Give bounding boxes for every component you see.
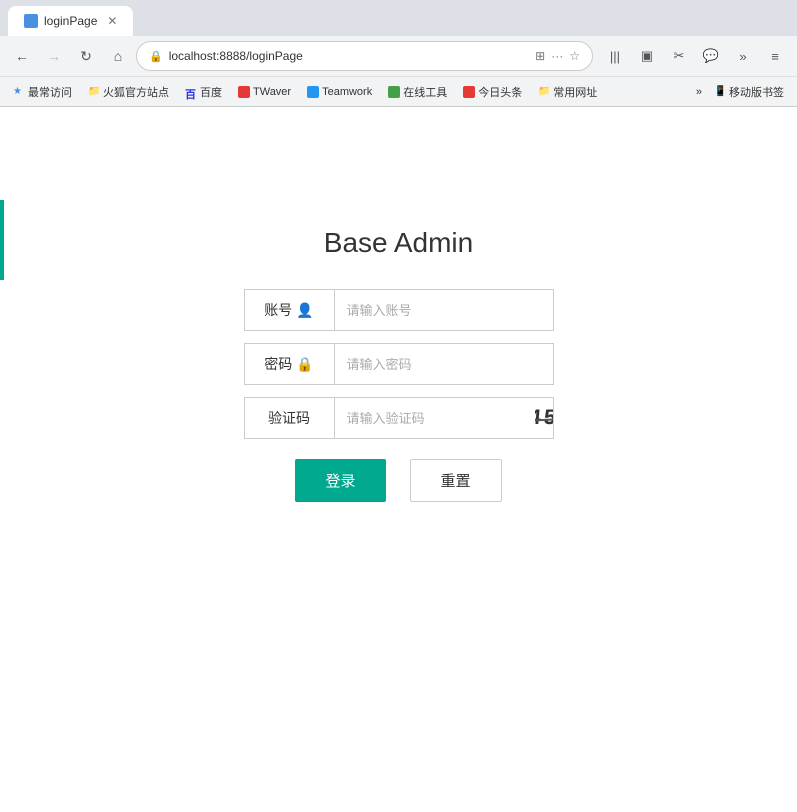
extensions-button[interactable]: »: [729, 42, 757, 70]
username-field-container: 账号 👤: [244, 289, 554, 331]
password-input[interactable]: [335, 344, 553, 384]
bookmarks-bar: ★ 最常访问 📁 火狐官方站点 百 百度 TWaver Teamwork 在线工…: [0, 76, 797, 106]
button-row: 登录 重置: [244, 459, 554, 502]
online-tool-icon: [388, 86, 400, 98]
bookmark-toutiao-label: 今日头条: [478, 84, 522, 100]
toolbar: ← → ↻ ⌂ 🔒 localhost:8888/loginPage ⊞ ···…: [0, 36, 797, 76]
captcha-label: 验证码: [245, 398, 335, 438]
tab-favicon: [24, 14, 38, 28]
teamwork-icon: [307, 86, 319, 98]
bookmark-baidu-label: 百度: [200, 84, 222, 100]
bookmark-mobile-label: 移动版书签: [729, 84, 784, 100]
star-icon[interactable]: ☆: [569, 49, 580, 63]
lock-icon: 🔒: [149, 50, 163, 63]
bookmark-common-sites-label: 常用网址: [553, 84, 597, 100]
twaver-icon: [238, 86, 250, 98]
bookmark-firefox[interactable]: 📁 火狐官方站点: [83, 82, 174, 102]
bookmark-frequent-label: 最常访问: [28, 84, 72, 100]
baidu-icon: 百: [185, 86, 197, 98]
chat-button[interactable]: 💬: [697, 42, 725, 70]
forward-button[interactable]: →: [40, 42, 68, 70]
side-accent: [0, 200, 4, 280]
star-icon: ★: [13, 86, 25, 98]
browser-chrome: loginPage ✕ ← → ↻ ⌂ 🔒 localhost:8888/log…: [0, 0, 797, 107]
captcha-label-text: 验证码: [268, 408, 310, 428]
active-tab[interactable]: loginPage ✕: [8, 6, 133, 36]
captcha-image[interactable]: 5453: [535, 398, 553, 438]
username-label-text: 账号: [264, 300, 292, 320]
tab-bar: loginPage ✕: [0, 0, 797, 36]
captcha-text: 5453: [535, 406, 553, 431]
sidebar-toggle-button[interactable]: |||: [601, 42, 629, 70]
lock-icon: 🔒: [296, 356, 313, 373]
more-bookmarks: » 📱 移动版书签: [691, 82, 789, 102]
password-label: 密码 🔒: [245, 344, 335, 384]
bookmark-online-tool[interactable]: 在线工具: [383, 82, 452, 102]
bookmark-twaver[interactable]: TWaver: [233, 84, 296, 100]
tab-close-button[interactable]: ✕: [107, 14, 117, 28]
username-label: 账号 👤: [245, 290, 335, 330]
folder-icon: 📁: [88, 86, 100, 98]
bookmark-firefox-label: 火狐官方站点: [103, 84, 169, 100]
split-view-button[interactable]: ▣: [633, 42, 661, 70]
screenshot-button[interactable]: ✂: [665, 42, 693, 70]
bookmark-teamwork[interactable]: Teamwork: [302, 84, 377, 100]
login-button[interactable]: 登录: [295, 459, 385, 502]
home-button[interactable]: ⌂: [104, 42, 132, 70]
more-bookmarks-button[interactable]: »: [691, 84, 707, 100]
bookmark-teamwork-label: Teamwork: [322, 86, 372, 98]
back-button[interactable]: ←: [8, 42, 36, 70]
password-field-container: 密码 🔒: [244, 343, 554, 385]
user-icon: 👤: [296, 302, 313, 319]
bookmark-toutiao[interactable]: 今日头条: [458, 82, 527, 102]
url-text: localhost:8888/loginPage: [169, 49, 529, 63]
reset-button[interactable]: 重置: [410, 459, 502, 502]
refresh-button[interactable]: ↻: [72, 42, 100, 70]
bookmark-frequent[interactable]: ★ 最常访问: [8, 82, 77, 102]
username-input[interactable]: [335, 290, 553, 330]
bookmark-online-tool-label: 在线工具: [403, 84, 447, 100]
password-label-text: 密码: [264, 354, 292, 374]
page-content: Base Admin 账号 👤 密码 🔒 验证码 5453: [0, 107, 797, 787]
mobile-icon: 📱: [714, 86, 726, 98]
menu-button[interactable]: ≡: [761, 42, 789, 70]
address-bar-icons: ⊞ ··· ☆: [535, 49, 580, 63]
folder-icon: 📁: [538, 86, 550, 98]
tab-title: loginPage: [44, 14, 97, 28]
toolbar-right: ||| ▣ ✂ 💬 » ≡: [601, 42, 789, 70]
captcha-input[interactable]: [335, 398, 535, 438]
toutiao-icon: [463, 86, 475, 98]
bookmark-mobile[interactable]: 📱 移动版书签: [709, 82, 789, 102]
more-icon[interactable]: ···: [551, 49, 563, 63]
address-bar[interactable]: 🔒 localhost:8888/loginPage ⊞ ··· ☆: [136, 41, 593, 71]
captcha-field-container: 验证码 5453: [244, 397, 554, 439]
login-form: 账号 👤 密码 🔒 验证码 5453 登录 重置: [244, 289, 554, 502]
bookmark-common-sites[interactable]: 📁 常用网址: [533, 82, 602, 102]
page-title: Base Admin: [324, 227, 473, 259]
bookmark-twaver-label: TWaver: [253, 86, 291, 98]
bookmark-baidu[interactable]: 百 百度: [180, 82, 227, 102]
qr-icon[interactable]: ⊞: [535, 49, 545, 63]
